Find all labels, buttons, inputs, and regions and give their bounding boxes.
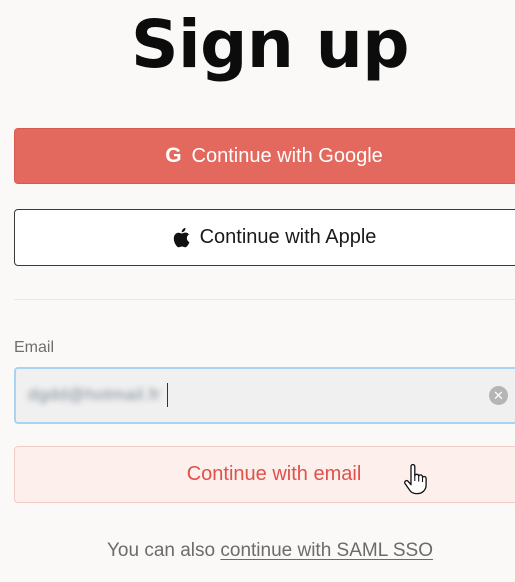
text-caret [166, 383, 168, 407]
google-icon: G [165, 144, 182, 167]
email-value: dgdd@hotmail.fr [28, 385, 161, 404]
divider [14, 299, 515, 300]
clear-input-icon[interactable]: ✕ [489, 386, 508, 405]
email-button-label: Continue with email [186, 463, 362, 485]
continue-with-email-button[interactable]: Continue with email [14, 446, 515, 503]
email-value-wrapper: dgdd@hotmail.fr [28, 382, 168, 408]
saml-sso-link[interactable]: continue with SAML SSO [220, 540, 433, 561]
continue-with-google-button[interactable]: G Continue with Google [14, 128, 515, 184]
saml-sso-footer: You can also continue with SAML SSO [0, 540, 515, 562]
page-title: Sign up [130, 6, 410, 83]
email-field[interactable]: dgdd@hotmail.fr ✕ [14, 367, 515, 424]
footer-prefix-text: You can also [106, 540, 221, 561]
google-button-label: Continue with Google [191, 144, 383, 167]
email-label: Email [14, 339, 55, 356]
apple-button-label: Continue with Apple [199, 226, 377, 248]
hand-pointer-cursor-icon [403, 463, 429, 501]
continue-with-apple-button[interactable]: Continue with Apple [14, 209, 515, 266]
apple-icon [172, 227, 190, 248]
